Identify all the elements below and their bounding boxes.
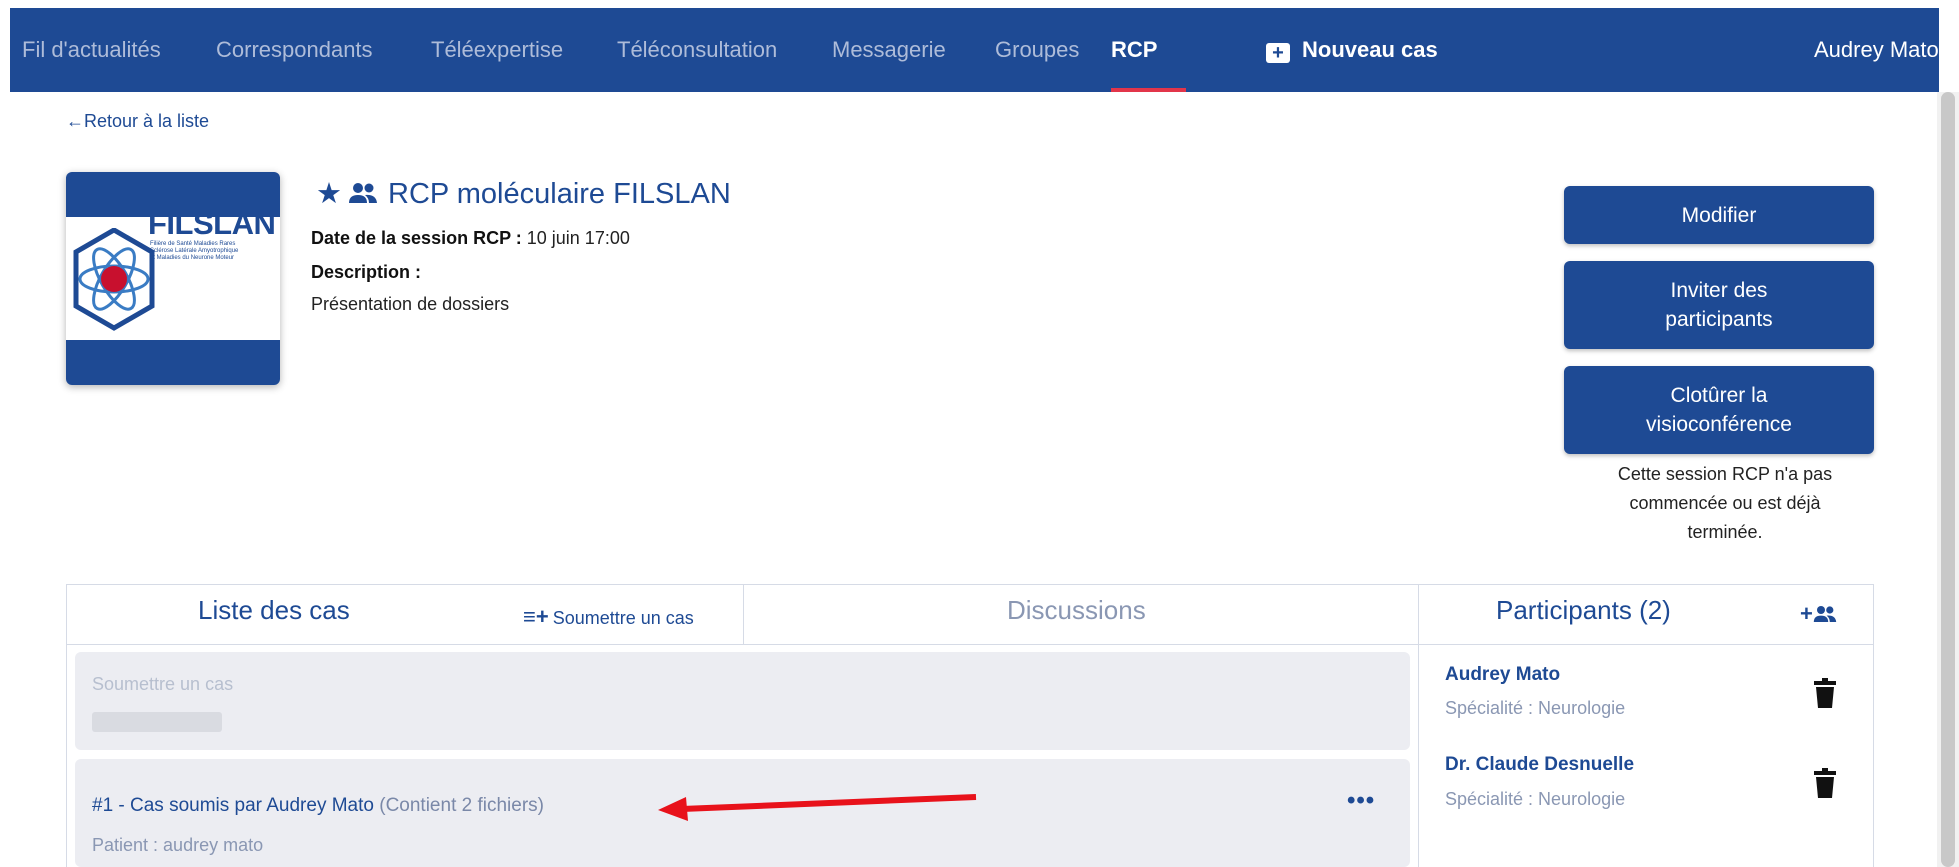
case-title[interactable]: #1 - Cas soumis par Audrey Mato (Contien… bbox=[92, 795, 544, 817]
participant-name: Audrey Mato bbox=[1445, 664, 1561, 685]
scrollbar-thumb[interactable] bbox=[1941, 92, 1955, 867]
nav-teleexpertise[interactable]: Téléexpertise bbox=[431, 8, 563, 92]
case-files-count: (Contient 2 fichiers) bbox=[379, 795, 544, 816]
submit-case-placeholder: Soumettre un cas bbox=[92, 674, 234, 694]
submit-case-label: Soumettre un cas bbox=[552, 608, 694, 628]
participant-specialty: Spécialité : Neurologie bbox=[1445, 698, 1626, 718]
tab-case-list[interactable]: Liste des cas bbox=[198, 595, 350, 626]
active-tab-indicator bbox=[1111, 88, 1186, 92]
case-patient: Patient : audrey mato bbox=[92, 835, 264, 855]
nav-fil-actualites[interactable]: Fil d'actualités bbox=[22, 8, 161, 92]
participant-specialty: Spécialité : Neurologie bbox=[1445, 789, 1626, 809]
logo-wordmark: FILSLAN bbox=[148, 206, 276, 241]
session-title: ★ RCP moléculaire FILSLAN bbox=[316, 176, 731, 211]
modify-button[interactable]: Modifier bbox=[1564, 186, 1874, 244]
nav-teleconsultation[interactable]: Téléconsultation bbox=[617, 8, 777, 92]
logo-tagline-1: Filière de Santé Maladies Rares bbox=[150, 241, 236, 247]
user-menu[interactable]: Audrey Mato bbox=[1814, 8, 1939, 92]
session-date-label: Date de la session RCP : bbox=[311, 228, 522, 248]
more-options-icon[interactable]: ••• bbox=[1347, 787, 1375, 815]
description-value: Présentation de dossiers bbox=[311, 294, 510, 314]
modify-button-label: Modifier bbox=[1681, 203, 1757, 227]
trash-icon[interactable] bbox=[1814, 768, 1836, 798]
new-case-label: Nouveau cas bbox=[1302, 37, 1438, 62]
session-status-note: Cette session RCP n'a pas commencée ou e… bbox=[1617, 464, 1833, 542]
placeholder-bar bbox=[92, 712, 222, 732]
group-logo: FILSLAN Filière de Santé Maladies Rares … bbox=[66, 172, 280, 385]
group-icon bbox=[349, 183, 377, 203]
annotation-arrow bbox=[658, 794, 977, 821]
tab-discussions[interactable]: Discussions bbox=[1007, 595, 1146, 626]
invite-participants-button[interactable]: Inviter des participants bbox=[1564, 261, 1874, 349]
star-icon[interactable]: ★ bbox=[316, 178, 342, 210]
nav-rcp[interactable]: RCP bbox=[1111, 8, 1157, 92]
tab-participants[interactable]: Participants (2) bbox=[1496, 595, 1671, 626]
playlist-add-icon: ≡+ bbox=[523, 604, 549, 629]
nav-correspondants[interactable]: Correspondants bbox=[216, 8, 373, 92]
plus-box-icon: + bbox=[1266, 43, 1290, 63]
submit-case-card[interactable]: Soumettre un cas bbox=[75, 652, 1410, 750]
add-participant-icon[interactable]: + bbox=[1800, 601, 1837, 627]
logo-tagline-2: Sclérose Latérale Amyotrophique bbox=[150, 248, 239, 254]
logo-tagline-3: et Maladies du Neurone Moteur bbox=[150, 255, 235, 261]
nav-groupes[interactable]: Groupes bbox=[995, 8, 1079, 92]
close-videoconference-button[interactable]: Clotûrer la visioconférence bbox=[1564, 366, 1874, 454]
submit-case-link[interactable]: ≡+ Soumettre un cas bbox=[523, 604, 694, 630]
trash-icon[interactable] bbox=[1814, 678, 1836, 708]
session-date: Date de la session RCP : 10 juin 17:00 bbox=[311, 228, 630, 249]
participant-name: Dr. Claude Desnuelle bbox=[1445, 754, 1635, 775]
back-to-list-link[interactable]: ←Retour à la liste bbox=[66, 111, 209, 132]
session-title-text: RCP moléculaire FILSLAN bbox=[388, 178, 731, 210]
new-case-button[interactable]: + Nouveau cas bbox=[1266, 8, 1438, 92]
filslan-emblem-icon bbox=[73, 228, 155, 331]
description-label: Description : bbox=[311, 262, 422, 282]
nav-messagerie[interactable]: Messagerie bbox=[832, 8, 946, 92]
session-date-value: 10 juin 17:00 bbox=[526, 228, 630, 248]
